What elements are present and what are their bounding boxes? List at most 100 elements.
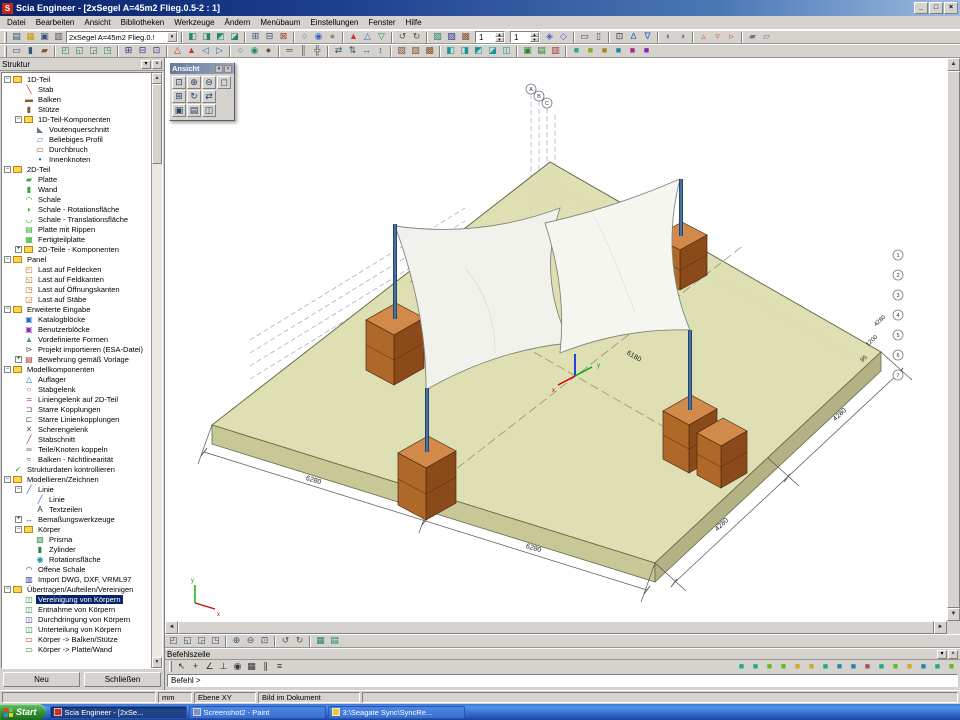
bar-outline-icon[interactable]: ▱ (760, 31, 773, 43)
palette-close-icon[interactable]: × (224, 65, 232, 73)
snap-grid-icon[interactable]: ⊡ (613, 31, 626, 43)
collapse-expander-icon[interactable]: − (4, 366, 11, 373)
tree-item[interactable]: ⊐Starre Kopplungen (2, 404, 151, 414)
tree-item[interactable]: ◲Last auf Stäbe (2, 294, 151, 304)
tree-item[interactable]: −╱Linie (2, 484, 151, 494)
window-select-icon[interactable]: ▭ (578, 31, 591, 43)
rotate-cw-icon[interactable]: ↻ (293, 635, 306, 647)
tree-item[interactable]: △Auflager (2, 374, 151, 384)
calculate-icon[interactable]: ▣ (521, 45, 534, 57)
tree-item[interactable]: −Übertragen/Aufteilen/Vereinigen (2, 584, 151, 594)
tree-item[interactable]: −1D-Teil (2, 74, 151, 84)
select-mode-icon[interactable]: ↖ (175, 661, 188, 673)
scroll-up-icon[interactable]: ▲ (947, 58, 960, 71)
panel-pin-icon[interactable]: ▾ (937, 650, 947, 659)
spin-down-icon[interactable]: ▼ (530, 37, 539, 42)
zoom-out-icon[interactable]: ⊖ (244, 635, 257, 647)
tree-item[interactable]: ⊳Projekt importieren (ESA-Datei) (2, 344, 151, 354)
activity-icon[interactable]: ■ (805, 661, 818, 673)
3d-viewport[interactable]: 6280 6280 4280 4280 6180 95 1200 4280 (165, 58, 947, 621)
new-project-icon[interactable]: ▤ (10, 31, 23, 43)
command-input[interactable]: Befehl > (167, 674, 958, 687)
tree-item[interactable]: ATextzeilen (2, 504, 151, 514)
tree-item[interactable]: −Modellkomponenten (2, 364, 151, 374)
tree-item[interactable]: +2D-Teile - Komponenten (2, 244, 151, 254)
grid-snap-icon[interactable]: ▦ (245, 661, 258, 673)
view-top-icon[interactable]: ◩ (472, 45, 485, 57)
tree-item[interactable]: −Erweiterte Eingabe (2, 304, 151, 314)
activity-icon[interactable]: ■ (861, 661, 874, 673)
view-hidden-icon[interactable]: ◪ (228, 31, 241, 43)
tree-item[interactable]: ✓Strukturdaten kontrollieren (2, 464, 151, 474)
vertical-scrollbar[interactable]: ▲ ▼ (947, 58, 960, 621)
activity-spinner-2[interactable]: 1 ▲▼ (510, 31, 540, 43)
toolset-f-icon[interactable]: ■ (640, 45, 653, 57)
add-element-icon[interactable]: ⊞ (249, 31, 262, 43)
collapse-expander-icon[interactable]: − (15, 486, 22, 493)
material-icon[interactable]: ▩ (459, 31, 472, 43)
menu-item-hilfe[interactable]: Hilfe (401, 17, 427, 28)
tree-item[interactable]: ╱Linie (2, 494, 151, 504)
toolbar-grip[interactable] (4, 32, 7, 43)
tree-item[interactable]: ▦Fertigteilplatte (2, 234, 151, 244)
tree-item[interactable]: ▣Katalogblöcke (2, 314, 151, 324)
tree-item[interactable]: ▱Beliebiges Profil (2, 134, 151, 144)
minimize-button[interactable]: _ (914, 2, 928, 14)
toolset-a-icon[interactable]: ■ (570, 45, 583, 57)
tree-item[interactable]: −Modellieren/Zeichnen (2, 474, 151, 484)
plane-toggle-icon[interactable]: ▤ (328, 635, 341, 647)
results-icon[interactable]: ▤ (535, 45, 548, 57)
redo-icon[interactable]: ↻ (410, 31, 423, 43)
grid-toggle-icon[interactable]: ▦ (314, 635, 327, 647)
polygon-select-icon[interactable]: ▯ (592, 31, 605, 43)
tree-scrollbar[interactable]: ▲ ▼ (151, 73, 162, 668)
view-wireframe-icon[interactable]: ◩ (214, 31, 227, 43)
activity-icon[interactable]: ■ (889, 661, 902, 673)
ortho-snap-icon[interactable]: ⊥ (217, 661, 230, 673)
hatch-b-icon[interactable]: ▨ (409, 45, 422, 57)
activity-icon[interactable]: ■ (735, 661, 748, 673)
view-point-3-icon[interactable]: ◲ (195, 635, 208, 647)
tree-item[interactable]: ▲Vordefinierte Formen (2, 334, 151, 344)
taskbar-task-button[interactable]: Screenshot2 - Paint (189, 706, 326, 719)
hatch-icon[interactable]: ▧ (431, 31, 444, 43)
tree-item[interactable]: +↔Bemaßungswerkzeuge (2, 514, 151, 524)
scrollbar-thumb[interactable] (178, 621, 934, 634)
column-link-icon[interactable]: ║ (297, 45, 310, 57)
point-tool-icon[interactable]: ● (262, 45, 275, 57)
activity-icon[interactable]: ■ (945, 661, 958, 673)
tree-item[interactable]: ▭Körper -> Balken/Stütze (2, 634, 151, 644)
view-direction-icon[interactable]: ▤ (187, 104, 201, 117)
close-button[interactable]: × (944, 2, 958, 14)
tree-item[interactable]: •Innenknoten (2, 154, 151, 164)
support-icon[interactable]: ▲ (347, 31, 360, 43)
stretch-icon[interactable]: ↔ (360, 45, 373, 57)
tree-item[interactable]: ✕Scherengelenk (2, 424, 151, 434)
tree-item[interactable]: ◠Schale (2, 194, 151, 204)
delete-element-icon[interactable]: ⊠ (277, 31, 290, 43)
expand-expander-icon[interactable]: + (15, 246, 22, 253)
pan-icon[interactable]: ⇄ (202, 90, 216, 103)
split-view-icon[interactable]: ◫ (202, 104, 216, 117)
axis-up-icon[interactable]: ∆ (627, 31, 640, 43)
menu-item-ndern[interactable]: Ändern (220, 17, 256, 28)
zoom-all-icon[interactable]: ⊡ (172, 76, 186, 89)
zoom-selection-icon[interactable]: ⊞ (172, 90, 186, 103)
spin-down-icon[interactable]: ▼ (495, 37, 504, 42)
view-solid-icon[interactable]: ◧ (186, 31, 199, 43)
panel-close-icon[interactable]: × (152, 60, 162, 69)
activity-icon[interactable]: ■ (931, 661, 944, 673)
tree-item[interactable]: ◫Vereinigung von Körpern (2, 594, 151, 604)
collapse-expander-icon[interactable]: − (4, 256, 11, 263)
save-project-icon[interactable]: ▣ (38, 31, 51, 43)
horizontal-scrollbar[interactable]: ◄ ► (165, 621, 947, 634)
light-icon[interactable]: ◑ (676, 31, 689, 43)
line-tool-icon[interactable]: ▭ (10, 45, 23, 57)
tree-item[interactable]: ▭Durchbruch (2, 144, 151, 154)
arc-tool-icon[interactable]: ◉ (248, 45, 261, 57)
tree-item[interactable]: ◗Schale - Rotationsfläche (2, 204, 151, 214)
activity-icon[interactable]: ■ (763, 661, 776, 673)
tree-item[interactable]: ╱Stabschnitt (2, 434, 151, 444)
section-icon[interactable]: ▨ (445, 31, 458, 43)
tree-item[interactable]: −Körper (2, 524, 151, 534)
